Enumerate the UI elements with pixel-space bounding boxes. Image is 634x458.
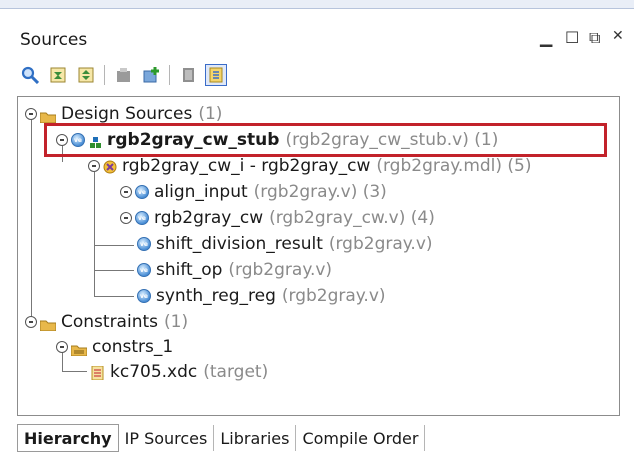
child-file: (rgb2gray_cw.v) (4) (269, 208, 435, 228)
window-top-strip (0, 0, 634, 9)
maximize-icon[interactable]: ☐ (565, 28, 579, 47)
tree-row-constrs[interactable]: constrs_1 (56, 336, 173, 358)
child-file: (rgb2gray.v) (228, 260, 333, 280)
tab-ip-sources[interactable]: IP Sources (119, 425, 215, 451)
search-icon[interactable] (20, 65, 40, 85)
collapse-toggle-icon[interactable] (88, 160, 100, 172)
verilog-file-icon: ve (135, 185, 149, 199)
toolbar-separator (169, 65, 170, 85)
sources-toolbar (20, 62, 227, 88)
tree-connector (62, 371, 87, 372)
tree-connector (31, 118, 32, 323)
tree-connector (94, 245, 134, 246)
add-sources-icon[interactable] (141, 65, 161, 85)
collapse-toggle-icon[interactable] (120, 212, 132, 224)
child-label: align_input (154, 182, 248, 202)
verilog-file-icon: ve (135, 211, 149, 225)
tree-row-child[interactable]: ve shift_op (rgb2gray.v) (137, 259, 332, 281)
tree-row-child[interactable]: ve rgb2gray_cw (rgb2gray_cw.v) (4) (120, 207, 435, 229)
expand-all-icon[interactable] (76, 65, 96, 85)
folder-icon (39, 316, 57, 332)
tree-connector (94, 172, 95, 297)
tree-connector (94, 270, 134, 271)
child-label: shift_op (156, 260, 223, 280)
highlight-box (44, 123, 607, 157)
xdc-note: (target) (203, 362, 269, 382)
collapse-all-icon[interactable] (48, 65, 68, 85)
tree-connector (94, 296, 134, 297)
child-label: shift_division_result (156, 234, 323, 254)
instance-file: (rgb2gray.mdl) (5) (376, 156, 532, 176)
tree-row-constraints[interactable]: Constraints (1) (25, 311, 188, 333)
toolbar-separator (104, 65, 105, 85)
constrs-label: constrs_1 (92, 337, 174, 357)
model-icon (103, 159, 117, 174)
design-sources-label: Design Sources (61, 104, 193, 124)
panel-title: Sources (20, 30, 88, 50)
minimize-icon[interactable]: ▁ (540, 28, 552, 47)
child-file: (rgb2gray.v) (3) (253, 182, 387, 202)
collapse-toggle-icon[interactable] (120, 186, 132, 198)
tab-hierarchy[interactable]: Hierarchy (17, 424, 119, 452)
tree-row-instance[interactable]: rgb2gray_cw_i - rgb2gray_cw (rgb2gray.md… (88, 155, 532, 177)
document-icon[interactable] (178, 65, 198, 85)
xdc-label: kc705.xdc (110, 362, 198, 382)
tree-row-xdc[interactable]: kc705.xdc (target) (91, 361, 268, 383)
collapse-toggle-icon[interactable] (25, 108, 37, 120)
instance-label: rgb2gray_cw_i - rgb2gray_cw (122, 156, 371, 176)
tab-compile-order[interactable]: Compile Order (296, 425, 426, 451)
verilog-file-icon: ve (137, 237, 151, 251)
xdc-file-icon (91, 365, 105, 381)
constraints-label: Constraints (61, 312, 158, 332)
close-icon[interactable]: ✕ (612, 28, 624, 44)
tree-row-design-sources[interactable]: Design Sources (1) (25, 103, 222, 125)
collapse-toggle-icon[interactable] (56, 341, 68, 353)
constraint-set-icon (70, 341, 88, 357)
constraints-count: (1) (164, 312, 189, 332)
collapse-toggle-icon[interactable] (25, 316, 37, 328)
restore-icon[interactable]: ⧉ (589, 28, 600, 48)
tab-libraries[interactable]: Libraries (214, 425, 297, 451)
child-file: (rgb2gray.v) (328, 234, 433, 254)
properties-icon[interactable] (113, 65, 133, 85)
child-label: rgb2gray_cw (154, 208, 264, 228)
child-label: synth_reg_reg (156, 286, 276, 306)
folder-icon (39, 108, 57, 124)
tree-row-child[interactable]: ve align_input (rgb2gray.v) (3) (120, 181, 387, 203)
sources-tabs: Hierarchy IP Sources Libraries Compile O… (17, 424, 426, 452)
verilog-file-icon: ve (137, 263, 151, 277)
show-hierarchy-icon[interactable] (205, 64, 227, 86)
child-file: (rgb2gray.v) (281, 286, 386, 306)
verilog-file-icon: ve (137, 289, 151, 303)
tree-row-child[interactable]: ve shift_division_result (rgb2gray.v) (137, 233, 433, 255)
tree-row-child[interactable]: ve synth_reg_reg (rgb2gray.v) (137, 285, 386, 307)
design-sources-count: (1) (198, 104, 223, 124)
